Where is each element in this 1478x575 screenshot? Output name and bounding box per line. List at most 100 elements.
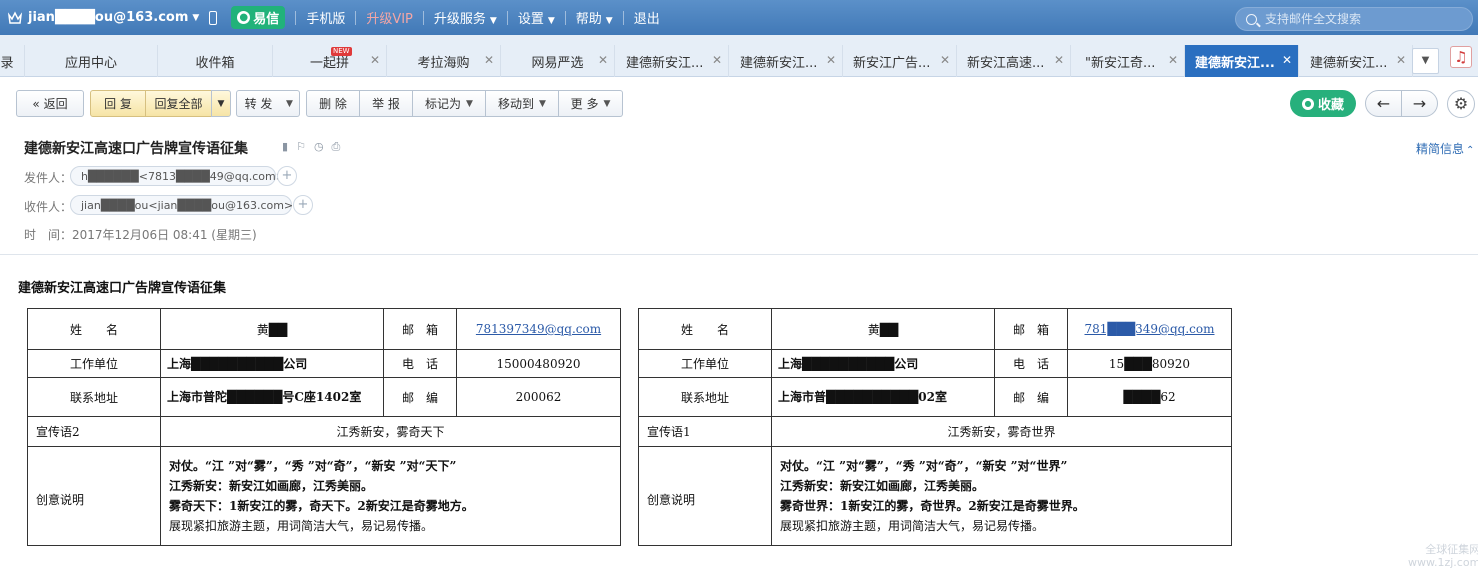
add-contact-to-button[interactable]: +	[293, 195, 313, 215]
close-icon[interactable]: ✕	[712, 53, 722, 67]
mail-time: 2017年12月06日 08:41 (星期三)	[72, 228, 257, 242]
name-label: 姓 名	[27, 308, 161, 350]
forward-button[interactable]: 转 发	[236, 90, 281, 117]
account-menu[interactable]: jian████ou@163.com ▼	[8, 10, 199, 25]
phone-icon[interactable]	[209, 10, 218, 25]
reply-button[interactable]: 回 复	[90, 90, 146, 117]
search-box[interactable]	[1235, 7, 1473, 31]
to-address[interactable]: jian████ou<jian████ou@163.com>	[70, 195, 293, 215]
tab-mail-7[interactable]: 建德新安江... ✕	[1299, 45, 1413, 77]
time-row: 时 间：2017年12月06日 08:41 (星期三)	[24, 228, 257, 242]
phone-value: 15000480920	[456, 349, 621, 378]
move-to-menu[interactable]: 移动到 ▼	[486, 90, 559, 117]
tab-mail-2[interactable]: 建德新安江... ✕	[729, 45, 843, 77]
flag-icon[interactable]: ⚐	[296, 140, 306, 154]
next-mail-button[interactable]: →	[1401, 90, 1438, 117]
close-icon[interactable]: ✕	[1396, 53, 1406, 67]
chevron-down-icon: ▼	[1421, 55, 1430, 66]
crown-icon	[8, 10, 22, 24]
chevron-down-icon: ▼	[539, 98, 546, 109]
favorite-icon: ●	[1301, 97, 1314, 110]
toggle-simple-info[interactable]: 精简信息 ⌃	[1416, 140, 1474, 157]
print-icon[interactable]: ⎙	[332, 140, 341, 154]
add-contact-from-button[interactable]: +	[277, 166, 297, 186]
tab-inbox[interactable]: 收件箱	[158, 45, 273, 77]
mark-as-menu[interactable]: 标记为 ▼	[413, 90, 486, 117]
search-input[interactable]	[1265, 12, 1465, 26]
close-icon[interactable]: ✕	[598, 53, 608, 67]
desc-label: 创意说明	[638, 446, 772, 546]
reply-dropdown-button[interactable]: ▼	[211, 90, 231, 117]
tab-mail-4[interactable]: 新安江高速... ✕	[957, 45, 1071, 77]
previous-mail-button[interactable]: ←	[1365, 90, 1402, 117]
logout-link[interactable]: 退出	[634, 8, 660, 27]
reply-all-button[interactable]: 回复全部	[146, 90, 212, 117]
bookmark-icon[interactable]: ▮	[282, 140, 288, 154]
arrow-left-icon: ←	[1376, 94, 1391, 113]
email-label: 邮 箱	[383, 308, 457, 350]
body-title: 建德新安江高速口广告牌宣传语征集	[18, 281, 227, 296]
tab-mail-3[interactable]: 新安江广告... ✕	[843, 45, 957, 77]
tab-mail-1[interactable]: 建德新安江... ✕	[615, 45, 729, 77]
slogan-label: 宣传语1	[638, 416, 772, 447]
close-icon[interactable]: ✕	[1168, 53, 1178, 67]
desc-value: 对仗。“江 ”对“雾”，“秀 ”对“奇”，“新安 ”对“世界” 江秀新安：新安江…	[771, 446, 1232, 546]
email-link[interactable]: 781397349@qq.com	[476, 322, 601, 336]
double-chevron-left-icon: «	[32, 96, 40, 111]
from-address[interactable]: h██████<7813████49@qq.com>	[70, 166, 285, 186]
settings-menu[interactable]: 设置 ▼	[518, 8, 555, 27]
tab-mail-5[interactable]: "新安江奇... ✕	[1071, 45, 1185, 77]
upgrade-service-menu[interactable]: 升级服务 ▼	[434, 8, 497, 27]
tab-address-book[interactable]: 录	[0, 45, 25, 77]
tab-overflow-button[interactable]: ▼	[1412, 48, 1439, 74]
forward-dropdown-button[interactable]: ▼	[280, 90, 300, 117]
top-bar: jian████ou@163.com ▼ ● 易信 手机版 升级VIP 升级服务 ▼…	[0, 0, 1478, 35]
org-value: 上海██████████公司	[771, 349, 995, 378]
delete-button[interactable]: 删 除	[306, 90, 360, 117]
subject-actions: ▮ ⚐ ◷ ⎙	[282, 140, 340, 154]
watermark: 全球征集网 www.1zj.com	[1408, 543, 1478, 569]
close-icon[interactable]: ✕	[370, 53, 380, 67]
chevron-down-icon: ▼	[603, 98, 611, 109]
more-menu[interactable]: 更 多 ▼	[559, 90, 623, 117]
yixin-button[interactable]: ● 易信	[231, 6, 286, 29]
back-button[interactable]: «返回	[16, 90, 84, 117]
close-icon[interactable]: ✕	[826, 53, 836, 67]
report-button[interactable]: 举 报	[360, 90, 413, 117]
tab-yiqipin[interactable]: 一起拼 NEW ✕	[273, 45, 387, 77]
org-value: 上海██████████公司	[160, 349, 384, 378]
close-icon[interactable]: ✕	[484, 53, 494, 67]
favorite-button[interactable]: ● 收藏	[1290, 90, 1356, 117]
chevron-down-icon: ▼	[217, 98, 225, 109]
close-icon[interactable]: ✕	[1282, 53, 1292, 67]
chevron-down-icon: ▼	[466, 98, 473, 109]
help-menu[interactable]: 帮助 ▼	[576, 8, 613, 27]
search-icon	[1246, 13, 1257, 25]
phone-label: 电 话	[383, 349, 457, 378]
music-icon[interactable]: ♫	[1450, 46, 1472, 68]
clock-icon[interactable]: ◷	[314, 140, 324, 154]
mobile-link[interactable]: 手机版	[306, 8, 345, 27]
address-value: 上海市普██████████02室	[771, 377, 995, 417]
org-label: 工作单位	[638, 349, 772, 378]
tab-yanxuan[interactable]: 网易严选 ✕	[501, 45, 615, 77]
upgrade-vip-link[interactable]: 升级VIP	[366, 8, 413, 27]
account-email: jian████ou@163.com	[28, 10, 189, 25]
close-icon[interactable]: ✕	[940, 53, 950, 67]
tab-mail-active[interactable]: 建德新安江... ✕	[1185, 45, 1299, 77]
tab-app-center[interactable]: 应用中心	[25, 45, 158, 77]
name-label: 姓 名	[638, 308, 772, 350]
chevron-down-icon: ▼	[192, 12, 200, 23]
email-link[interactable]: 781███349@qq.com	[1085, 322, 1215, 336]
desc-label: 创意说明	[27, 446, 161, 546]
settings-button[interactable]: ⚙	[1447, 90, 1475, 118]
to-label: 收件人：	[24, 200, 73, 214]
mail-subject: 建德新安江高速口广告牌宣传语征集	[24, 141, 248, 157]
address-label: 联系地址	[27, 377, 161, 417]
chevron-up-icon: ⌃	[1466, 145, 1475, 156]
new-badge: NEW	[331, 47, 352, 56]
close-icon[interactable]: ✕	[1054, 53, 1064, 67]
email-label: 邮 箱	[994, 308, 1068, 350]
tab-kaola[interactable]: 考拉海购 ✕	[387, 45, 501, 77]
zip-label: 邮 编	[383, 377, 457, 417]
